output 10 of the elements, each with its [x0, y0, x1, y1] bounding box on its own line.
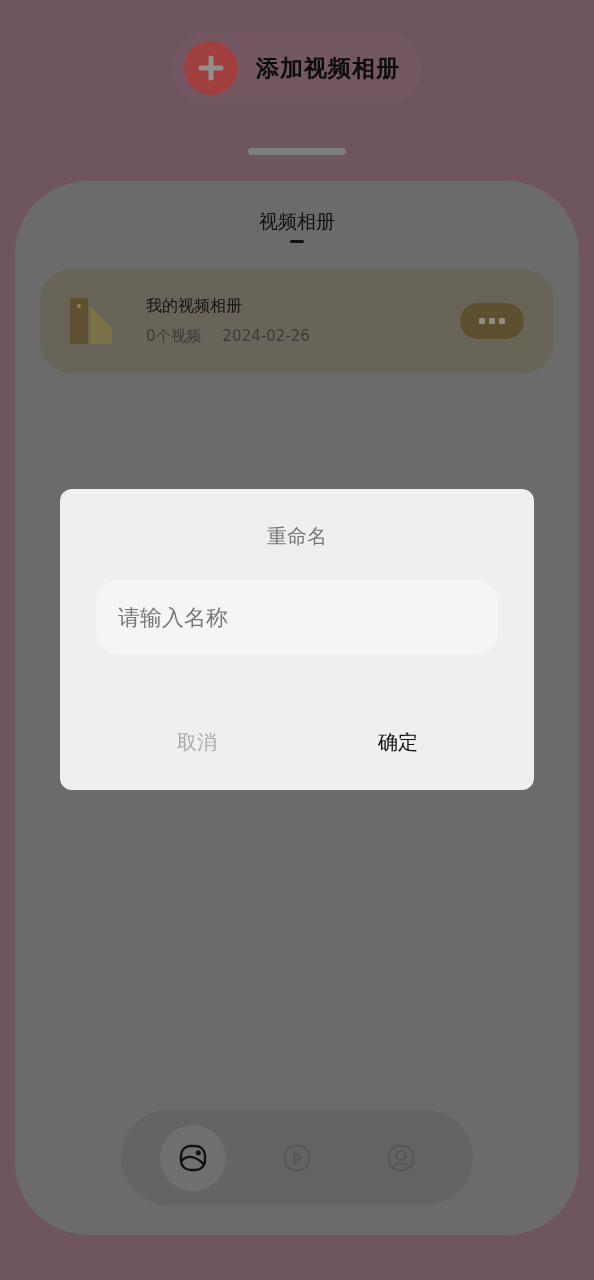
- plus-icon: [184, 41, 238, 95]
- tab[interactable]: 视频相册: [259, 209, 335, 243]
- drag-handle[interactable]: [248, 148, 346, 155]
- more-button[interactable]: [460, 303, 524, 339]
- cancel-button[interactable]: 取消: [156, 725, 237, 760]
- add-album-button[interactable]: 添加视频相册: [172, 30, 422, 106]
- dialog-title: 重命名: [267, 523, 327, 550]
- album-name: 我的视频相册: [146, 296, 243, 317]
- name-input-field[interactable]: 请输入名称: [96, 580, 498, 654]
- confirm-button[interactable]: 确定: [357, 725, 438, 760]
